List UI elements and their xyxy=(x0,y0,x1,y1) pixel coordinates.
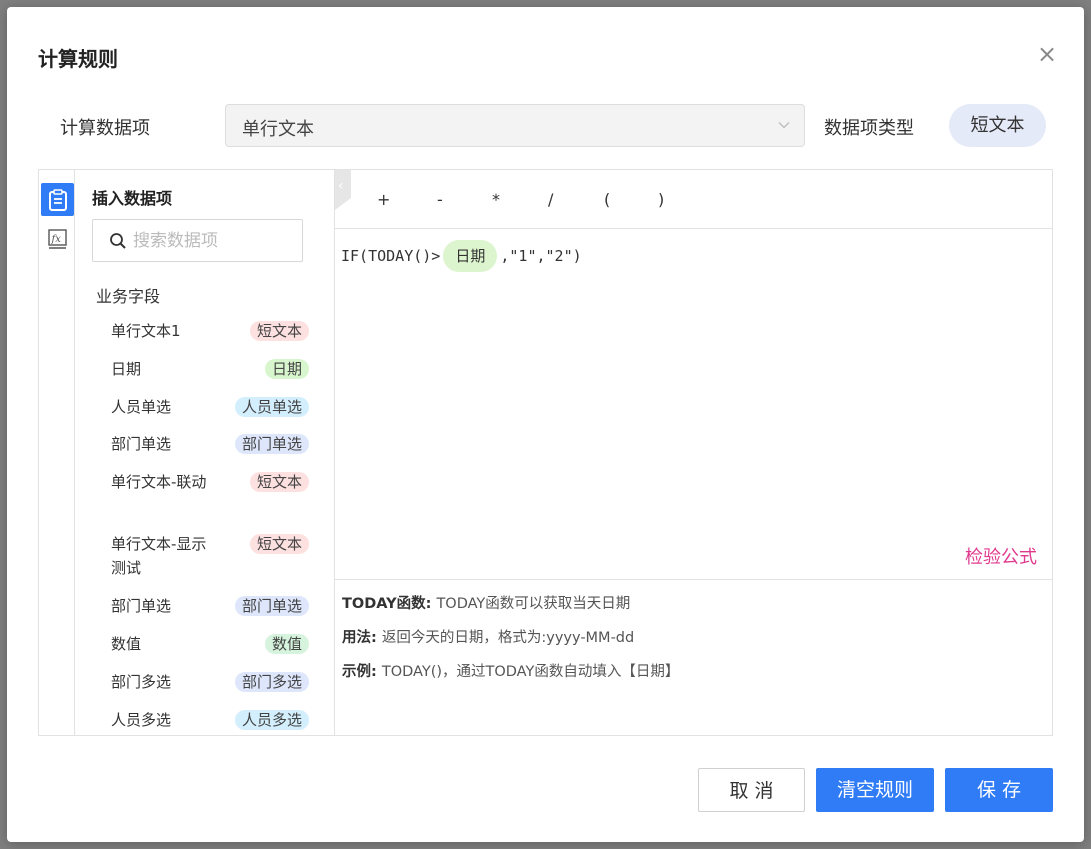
close-icon[interactable]: × xyxy=(1036,42,1058,66)
tab-fields[interactable] xyxy=(41,183,74,216)
sidebar-tabs: fx xyxy=(39,170,75,735)
item-label: 单行文本-联动 xyxy=(111,473,207,491)
type-tag: 短文本 xyxy=(249,534,309,554)
field-list-title: 插入数据项 xyxy=(92,189,173,208)
clear-rule-button[interactable]: 清空规则 xyxy=(816,768,934,812)
search-icon xyxy=(110,233,126,249)
operator-plus[interactable]: + xyxy=(377,190,390,209)
type-tag: 部门多选 xyxy=(234,672,309,692)
list-item[interactable]: 单行文本-联动 短文本 xyxy=(111,470,311,518)
tab-functions[interactable]: fx xyxy=(41,222,74,255)
field-search-input[interactable] xyxy=(133,229,293,253)
help-usage: 用法: 返回今天的日期，格式为:yyyy-MM-dd xyxy=(342,630,635,646)
svg-text:fx: fx xyxy=(50,234,61,245)
calc-field-label: 计算数据项 xyxy=(60,118,150,139)
operator-divide[interactable]: / xyxy=(548,190,553,209)
calc-field-select[interactable]: 单行文本 xyxy=(225,104,805,147)
operator-minus[interactable]: - xyxy=(437,190,443,209)
field-type-label: 数据项类型 xyxy=(824,118,914,139)
type-tag: 短文本 xyxy=(249,321,309,341)
item-label: 人员多选 xyxy=(111,711,172,729)
help-function-desc: TODAY函数可以获取当天日期 xyxy=(436,596,631,612)
item-label: 部门单选 xyxy=(111,597,172,615)
formula-suffix: ,"1","2") xyxy=(500,247,582,265)
help-example-title: 示例 xyxy=(342,664,371,680)
type-tag: 日期 xyxy=(264,359,309,379)
field-search-box xyxy=(92,219,303,262)
type-tag: 部门单选 xyxy=(234,434,309,454)
formula-prefix: IF(TODAY()> xyxy=(341,247,441,265)
item-label: 人员单选 xyxy=(111,398,172,416)
list-item[interactable]: 部门单选 部门单选 xyxy=(111,432,311,456)
item-label: 部门多选 xyxy=(111,673,172,691)
chevron-down-icon xyxy=(778,122,790,129)
operator-open-paren[interactable]: ( xyxy=(604,190,610,209)
operator-close-paren[interactable]: ) xyxy=(658,190,664,209)
clipboard-icon xyxy=(48,188,67,211)
list-item[interactable]: 日期 日期 xyxy=(111,357,311,381)
item-label: 日期 xyxy=(111,360,142,378)
type-tag: 人员多选 xyxy=(234,710,309,730)
dialog-title: 计算规则 xyxy=(38,47,118,71)
formula-field-chip[interactable]: 日期 xyxy=(443,240,498,272)
formula-editor: + - * / ( ) ‹ IF(TODAY()> 日期 ,"1","2") 检… xyxy=(335,170,1053,735)
list-item[interactable]: 单行文本-显示测试 短文本 xyxy=(111,532,311,580)
type-tag: 短文本 xyxy=(249,472,309,492)
list-item[interactable]: 人员多选 人员多选 xyxy=(111,708,311,732)
list-item[interactable]: 部门单选 部门单选 xyxy=(111,594,311,618)
list-item[interactable]: 部门多选 部门多选 xyxy=(111,670,311,694)
function-help: TODAY函数: TODAY函数可以获取当天日期 用法: 返回今天的日期，格式为… xyxy=(335,579,1053,737)
help-function: TODAY函数: TODAY函数可以获取当天日期 xyxy=(342,596,631,612)
group-label-business: 业务字段 xyxy=(96,287,161,306)
field-type-badge: 短文本 xyxy=(949,104,1046,147)
help-example-desc: TODAY()，通过TODAY函数自动填入【日期】 xyxy=(381,664,680,680)
formula-panel: fx 插入数据项 业务字段 单行文本1 短文本 日期 日期 xyxy=(38,169,1053,736)
list-item[interactable]: 数值 数值 xyxy=(111,632,311,656)
type-tag: 部门单选 xyxy=(234,596,309,616)
item-label: 单行文本-显示测试 xyxy=(111,535,207,577)
help-usage-title: 用法 xyxy=(342,630,371,646)
list-item[interactable]: 人员单选 人员单选 xyxy=(111,395,311,419)
item-label: 单行文本1 xyxy=(111,322,181,340)
operator-bar: + - * / ( ) xyxy=(335,170,1053,229)
type-tag: 人员单选 xyxy=(234,397,309,417)
item-label: 部门单选 xyxy=(111,435,172,453)
help-usage-desc: 返回今天的日期，格式为:yyyy-MM-dd xyxy=(381,630,635,646)
save-button[interactable]: 保 存 xyxy=(945,768,1053,812)
formula-input[interactable]: IF(TODAY()> 日期 ,"1","2") xyxy=(341,240,582,272)
cancel-button[interactable]: 取 消 xyxy=(698,768,805,812)
chevron-left-icon: ‹ xyxy=(338,178,344,194)
calc-rule-dialog: 计算规则 × 计算数据项 单行文本 数据项类型 短文本 fx 插入数据项 搜索数… xyxy=(7,7,1084,842)
calc-field-row: 计算数据项 单行文本 数据项类型 短文本 xyxy=(7,104,1084,148)
operator-multiply[interactable]: * xyxy=(492,190,500,209)
validate-formula-link[interactable]: 检验公式 xyxy=(965,543,1037,569)
function-icon: fx xyxy=(47,228,67,249)
field-list-panel: 插入数据项 业务字段 单行文本1 短文本 日期 日期 人员单选 人员单选 xyxy=(76,170,335,735)
help-example: 示例: TODAY()，通过TODAY函数自动填入【日期】 xyxy=(342,664,680,680)
help-function-title: TODAY函数 xyxy=(342,596,426,612)
calc-field-value: 单行文本 xyxy=(242,119,314,140)
type-tag: 数值 xyxy=(264,634,309,654)
list-item[interactable]: 单行文本1 短文本 xyxy=(111,319,311,343)
item-label: 数值 xyxy=(111,635,142,653)
